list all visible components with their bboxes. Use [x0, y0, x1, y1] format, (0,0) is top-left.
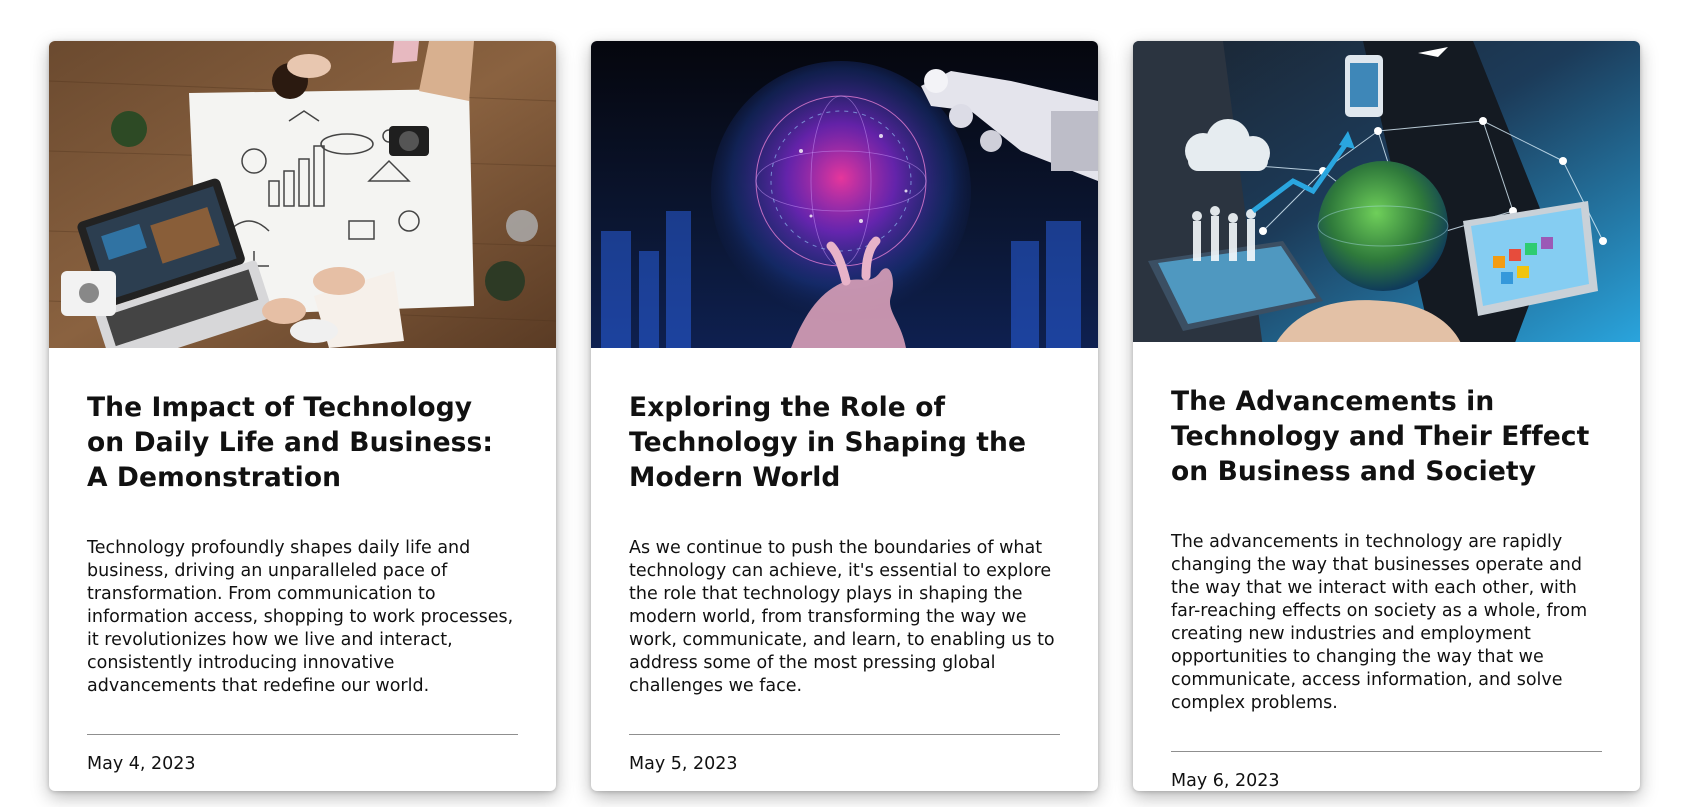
card-divider [629, 734, 1060, 735]
card-divider [1171, 751, 1602, 752]
card-title[interactable]: The Advancements in Technology and Their… [1171, 384, 1602, 489]
blog-card-3[interactable]: The Advancements in Technology and Their… [1133, 41, 1640, 791]
card-body: Exploring the Role of Technology in Shap… [591, 348, 1098, 791]
blog-card-1[interactable]: The Impact of Technology on Daily Life a… [49, 41, 556, 791]
card-image-robot-hand[interactable] [591, 41, 1098, 348]
card-excerpt: The advancements in technology are rapid… [1171, 532, 1588, 713]
card-image-workspace[interactable] [49, 41, 556, 348]
card-excerpt: As we continue to push the boundaries of… [629, 538, 1055, 696]
card-image-business-network[interactable] [1133, 41, 1640, 342]
card-body: The Advancements in Technology and Their… [1133, 342, 1640, 791]
card-grid: The Impact of Technology on Daily Life a… [49, 41, 1640, 791]
blog-card-2[interactable]: Exploring the Role of Technology in Shap… [591, 41, 1098, 791]
card-title[interactable]: Exploring the Role of Technology in Shap… [629, 390, 1060, 495]
card-title[interactable]: The Impact of Technology on Daily Life a… [87, 390, 518, 495]
card-date: May 6, 2023 [1171, 771, 1280, 791]
card-date: May 5, 2023 [629, 754, 738, 774]
card-excerpt: Technology profoundly shapes daily life … [87, 538, 514, 696]
card-body: The Impact of Technology on Daily Life a… [49, 348, 556, 791]
card-divider [87, 734, 518, 735]
card-date: May 4, 2023 [87, 754, 196, 774]
